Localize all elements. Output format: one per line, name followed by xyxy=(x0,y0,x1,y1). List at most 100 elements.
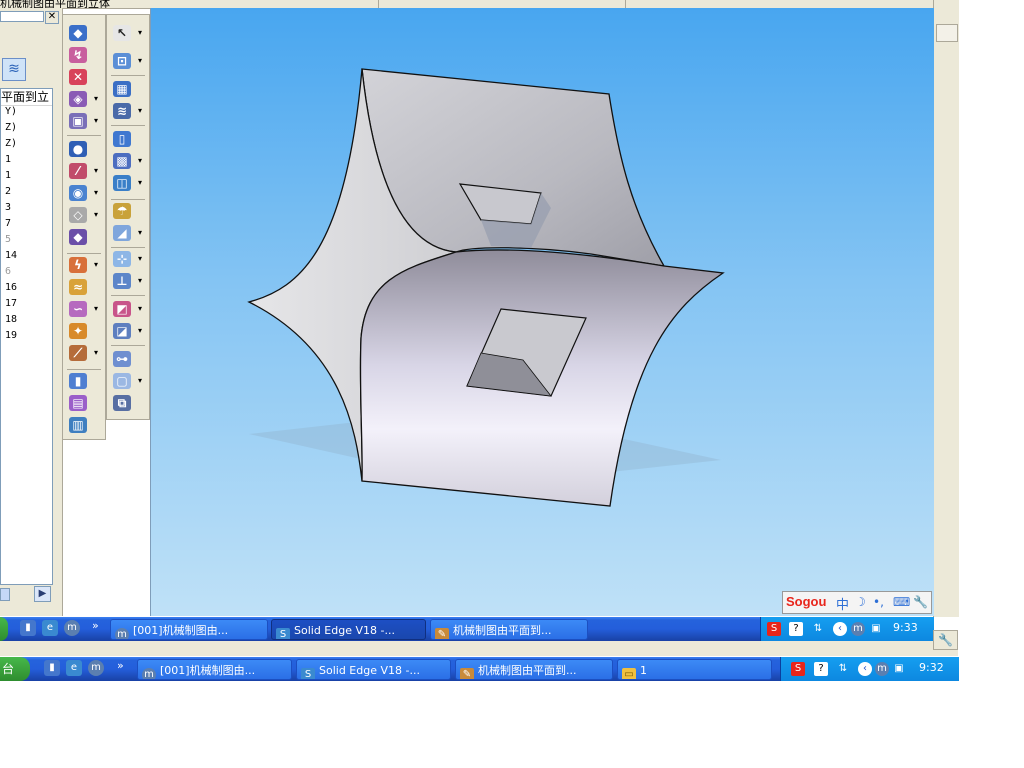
face-icon[interactable]: ▢ xyxy=(113,373,131,389)
split-icon[interactable]: ⟋ xyxy=(69,345,87,361)
ie-icon[interactable]: e xyxy=(42,620,58,636)
swept-surface-model[interactable] xyxy=(151,8,934,616)
plane-icon[interactable]: ▯ xyxy=(113,131,131,147)
swept-icon[interactable]: ↯ xyxy=(69,47,87,63)
back-tray-icon[interactable]: ‹ xyxy=(833,622,847,636)
task-button[interactable]: ▭ 1 xyxy=(617,659,772,680)
list-item[interactable]: 2 xyxy=(5,186,11,197)
quick-launch-icon[interactable]: ▮ xyxy=(44,660,60,676)
dropdown-arrow-icon[interactable]: ▾ xyxy=(94,95,100,103)
sogou-tray-icon[interactable]: S xyxy=(767,622,781,636)
help-tray-icon[interactable]: ? xyxy=(814,662,828,676)
multi-plane-icon[interactable]: ▩ xyxy=(113,153,131,169)
m-tray-icon[interactable]: m xyxy=(851,622,865,636)
sketch-icon[interactable]: ⊡ xyxy=(113,53,131,69)
dropdown-arrow-icon[interactable]: ▾ xyxy=(138,57,144,65)
quick-launch-more-icon[interactable]: » xyxy=(117,659,124,672)
soft-keyboard-icon[interactable]: ⌨ xyxy=(893,595,910,609)
list-item[interactable]: Z) xyxy=(5,138,17,149)
round-icon[interactable]: ◪ xyxy=(113,323,131,339)
m-browser-icon[interactable]: m xyxy=(88,660,104,676)
thicken-icon[interactable]: ◆ xyxy=(69,229,87,245)
curve-icon[interactable]: ϟ xyxy=(69,257,87,273)
coordinate-icon[interactable]: ◫ xyxy=(113,175,131,191)
list-item[interactable]: 19 xyxy=(5,330,17,341)
list-item[interactable]: 16 xyxy=(5,282,17,293)
task-button[interactable]: m [001]机械制图由... xyxy=(137,659,292,680)
clock[interactable]: 9:32 xyxy=(919,661,944,674)
mirror-icon[interactable]: ⧉ xyxy=(113,395,131,411)
rib-network-icon[interactable]: ⊹ xyxy=(113,251,131,267)
3d-viewport[interactable] xyxy=(150,8,934,616)
dropdown-arrow-icon[interactable]: ▾ xyxy=(138,305,144,313)
list-item[interactable]: Y) xyxy=(5,106,17,117)
list-item[interactable]: 1 xyxy=(5,170,11,181)
m-tray-icon[interactable]: m xyxy=(875,662,889,676)
list-item[interactable]: 7 xyxy=(5,218,11,229)
dropdown-arrow-icon[interactable]: ▾ xyxy=(94,305,100,313)
dropdown-arrow-icon[interactable]: ▾ xyxy=(94,167,100,175)
offset-surface-icon[interactable]: ▮ xyxy=(69,373,87,389)
panel-text-field[interactable] xyxy=(0,11,44,22)
dropdown-arrow-icon[interactable]: ▾ xyxy=(138,179,144,187)
task-button[interactable]: S Solid Edge V18 -... xyxy=(271,619,426,640)
dropdown-arrow-icon[interactable]: ▾ xyxy=(138,277,144,285)
start-button[interactable] xyxy=(0,617,8,641)
list-item[interactable]: 17 xyxy=(5,298,17,309)
helix-icon[interactable]: ≈ xyxy=(69,279,87,295)
feature-tree-list[interactable]: 平面到立 Y) Z) Z) 1 1 2 3 7 5 14 6 16 17 18 … xyxy=(0,88,53,585)
ime-mode-toggle[interactable]: 中 xyxy=(836,594,849,613)
ie-icon[interactable]: e xyxy=(66,660,82,676)
lofted-icon[interactable]: ◈ xyxy=(69,91,87,107)
quick-launch-more-icon[interactable]: » xyxy=(92,619,99,632)
display-tray-icon[interactable]: ▣ xyxy=(892,662,906,676)
dropdown-arrow-icon[interactable]: ▾ xyxy=(94,349,100,357)
dropdown-arrow-icon[interactable]: ▾ xyxy=(94,117,100,125)
scroll-right-arrow-icon[interactable]: ▶ xyxy=(34,586,51,602)
dropdown-arrow-icon[interactable]: ▾ xyxy=(94,261,100,269)
task-button[interactable]: ✎ 机械制图由平面到... xyxy=(455,659,613,680)
select-tool-icon[interactable]: ↖ xyxy=(113,25,131,41)
list-item[interactable]: 5 xyxy=(5,234,11,245)
dropdown-arrow-icon[interactable]: ▾ xyxy=(138,157,144,165)
network-tray-icon[interactable]: ⇅ xyxy=(836,662,850,676)
ime-settings-icon[interactable]: 🔧 xyxy=(913,595,928,609)
rib-icon[interactable]: ⁄ xyxy=(69,163,87,179)
dropdown-arrow-icon[interactable]: ▾ xyxy=(138,107,144,115)
layers-tab-icon[interactable]: ≋ xyxy=(2,58,26,81)
view-cube-icon[interactable]: ▦ xyxy=(113,81,131,97)
sogou-tray-icon[interactable]: S xyxy=(791,662,805,676)
wrench-icon[interactable]: 🔧 xyxy=(933,630,958,650)
quick-launch-icon[interactable]: ▮ xyxy=(20,620,36,636)
project-curve-icon[interactable]: ∽ xyxy=(69,301,87,317)
parametric-icon[interactable]: ⊶ xyxy=(113,351,131,367)
scroll-button[interactable] xyxy=(936,24,958,42)
revolve-protrusion-icon[interactable]: ◆ xyxy=(69,25,87,41)
cutout-icon[interactable]: ✕ xyxy=(69,69,87,85)
start-button[interactable]: 台 xyxy=(0,657,30,681)
panel-horizontal-scrollbar[interactable]: ▶ xyxy=(0,586,53,603)
dropdown-arrow-icon[interactable]: ▾ xyxy=(138,377,144,385)
clock[interactable]: 9:33 xyxy=(893,621,918,634)
back-tray-icon[interactable]: ‹ xyxy=(858,662,872,676)
dropdown-arrow-icon[interactable]: ▾ xyxy=(94,189,100,197)
half-width-toggle-icon[interactable]: ☽ xyxy=(855,595,866,609)
pattern-icon[interactable]: ≋ xyxy=(113,103,131,119)
scroll-thumb[interactable] xyxy=(0,588,10,601)
dropdown-arrow-icon[interactable]: ▾ xyxy=(138,327,144,335)
dropdown-arrow-icon[interactable]: ▾ xyxy=(138,229,144,237)
copy-surface-icon[interactable]: ▤ xyxy=(69,395,87,411)
list-item[interactable]: Z) xyxy=(5,122,17,133)
thin-wall-icon[interactable]: ▣ xyxy=(69,113,87,129)
draft-icon[interactable]: ◇ xyxy=(69,207,87,223)
list-item[interactable]: 3 xyxy=(5,202,11,213)
list-item[interactable]: 6 xyxy=(5,266,11,277)
dropdown-arrow-icon[interactable]: ▾ xyxy=(138,29,144,37)
sogou-ime-bar[interactable]: Sogou 中 ☽ •, ⌨ 🔧 xyxy=(782,591,932,614)
task-button[interactable]: S Solid Edge V18 -... xyxy=(296,659,451,680)
blend-icon[interactable]: ◩ xyxy=(113,301,131,317)
task-button[interactable]: ✎ 机械制图由平面到... xyxy=(430,619,588,640)
normal-icon[interactable]: ⊥ xyxy=(113,273,131,289)
parts-library-icon[interactable]: ▥ xyxy=(69,417,87,433)
bluedot-icon[interactable]: ☂ xyxy=(113,203,131,219)
